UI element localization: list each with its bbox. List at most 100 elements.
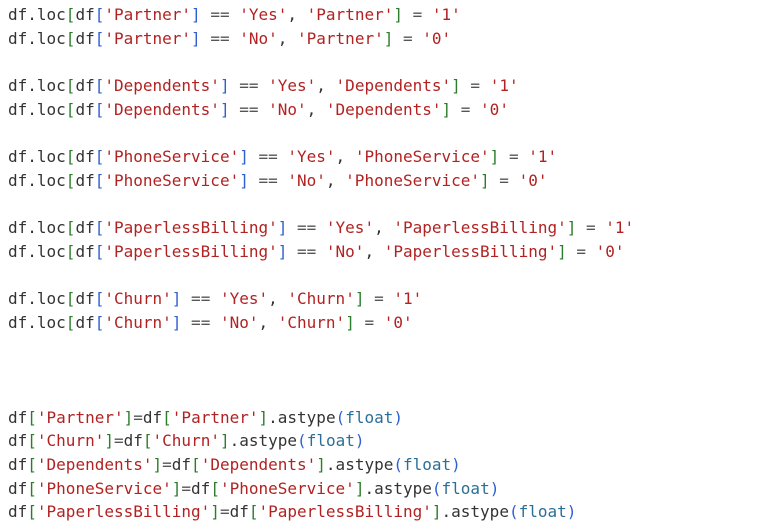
code-token: ] xyxy=(480,170,490,190)
code-token: [ xyxy=(65,147,76,167)
code-token: ] xyxy=(431,502,442,522)
code-token: = xyxy=(219,502,230,522)
code-token: ( xyxy=(393,455,403,475)
code-token: 'Churn' xyxy=(104,312,172,332)
code-token: df.loc xyxy=(8,289,66,309)
code-token: ] xyxy=(219,99,230,119)
code-token: float xyxy=(518,502,567,522)
code-line: df.loc[df['Churn'] == 'Yes', 'Churn'] = … xyxy=(8,287,634,311)
code-token: df.loc xyxy=(8,76,66,96)
code-token: [ xyxy=(94,76,105,96)
code-token: ] xyxy=(393,5,403,24)
code-token: [ xyxy=(142,431,153,451)
code-token: 'Yes' xyxy=(268,76,317,96)
code-token: '0' xyxy=(480,99,509,119)
code-token: ] xyxy=(489,147,500,167)
code-token: '1' xyxy=(393,289,423,309)
code-token: [ xyxy=(65,5,76,24)
code-token: ] xyxy=(104,431,114,451)
code-token: .astype xyxy=(441,502,509,522)
code-token: ) xyxy=(354,431,365,451)
code-token: ) xyxy=(566,502,577,522)
code-token: [ xyxy=(27,407,37,427)
code-token: '0' xyxy=(383,312,413,332)
code-token: ] xyxy=(219,76,230,96)
code-token: , xyxy=(374,218,394,238)
code-token: ( xyxy=(431,478,442,498)
code-token: 'PhoneService' xyxy=(104,147,240,167)
code-token: [ xyxy=(27,502,37,522)
code-token: df xyxy=(75,312,95,332)
code-token: ] xyxy=(239,170,249,190)
code-token: df xyxy=(8,502,28,522)
code-token: [ xyxy=(94,218,105,238)
code-token: 'Dependents' xyxy=(200,455,317,475)
code-token: df.loc xyxy=(8,312,66,332)
code-token: '0' xyxy=(518,170,548,190)
code-token: ] xyxy=(171,289,182,309)
code-token: [ xyxy=(65,312,76,332)
code-line: df.loc[df['PhoneService'] == 'No', 'Phon… xyxy=(8,169,634,193)
code-token: ( xyxy=(508,502,519,522)
code-token: ] xyxy=(316,455,326,475)
code-token: df xyxy=(75,5,95,24)
code-token: = xyxy=(499,147,529,167)
code-token: 'PhoneService' xyxy=(354,147,490,167)
code-token: df xyxy=(8,407,28,427)
code-token: float xyxy=(345,407,394,427)
code-token: ] xyxy=(210,502,220,522)
code-token: .astype xyxy=(325,455,394,475)
code-line: df.loc[df['PaperlessBilling'] == 'No', '… xyxy=(8,240,634,264)
code-token: df.loc xyxy=(8,99,66,119)
code-token: 'PaperlessBilling' xyxy=(104,241,278,261)
code-token: 'Partner' xyxy=(104,28,192,48)
code-line: df.loc[df['PaperlessBilling'] == 'Yes', … xyxy=(8,216,634,240)
code-token: == xyxy=(200,28,240,48)
code-token: , xyxy=(316,76,336,96)
code-token: ] xyxy=(277,218,288,238)
code-token: , xyxy=(306,99,326,119)
code-token: ] xyxy=(152,455,163,475)
code-token: [ xyxy=(27,478,37,498)
code-token: [ xyxy=(65,170,76,190)
code-token: == xyxy=(287,218,326,238)
code-token: df.loc xyxy=(8,5,66,24)
code-token: [ xyxy=(94,5,105,24)
code-token: == xyxy=(248,147,288,167)
code-token: 'PhoneService' xyxy=(36,478,172,498)
code-line: df['Dependents']=df['Dependents'].astype… xyxy=(8,453,634,477)
code-token: [ xyxy=(27,455,37,475)
code-token: 'Partner' xyxy=(104,5,192,24)
code-token: = xyxy=(566,241,596,261)
code-line: df.loc[df['Churn'] == 'No', 'Churn'] = '… xyxy=(8,311,634,335)
code-token: , xyxy=(325,170,346,190)
code-token: df.loc xyxy=(8,170,66,190)
code-token: 'Partner' xyxy=(306,5,394,24)
code-token: [ xyxy=(65,289,76,309)
code-token: ) xyxy=(451,455,461,475)
code-line: df['Partner']=df['Partner'].astype(float… xyxy=(8,406,634,430)
code-token: 'PaperlessBilling' xyxy=(258,502,432,522)
code-token: , xyxy=(258,312,278,332)
code-token: == xyxy=(248,170,288,190)
code-token: [ xyxy=(191,455,201,475)
code-token: ] xyxy=(345,312,355,332)
code-line: df.loc[df['Partner'] == 'No', 'Partner']… xyxy=(8,27,634,51)
code-token: ] xyxy=(219,431,230,451)
code-token: float xyxy=(403,455,452,475)
code-token: = xyxy=(451,99,481,119)
code-token: == xyxy=(287,241,326,261)
code-token: [ xyxy=(94,99,105,119)
code-token: df.loc xyxy=(8,241,66,261)
code-token: [ xyxy=(94,170,105,190)
code-token: df xyxy=(75,289,95,309)
code-token: .astype xyxy=(229,431,298,451)
code-token: [ xyxy=(94,241,105,261)
code-token: '1' xyxy=(528,147,558,167)
code-token: df xyxy=(8,431,28,451)
code-token: df xyxy=(75,147,95,167)
